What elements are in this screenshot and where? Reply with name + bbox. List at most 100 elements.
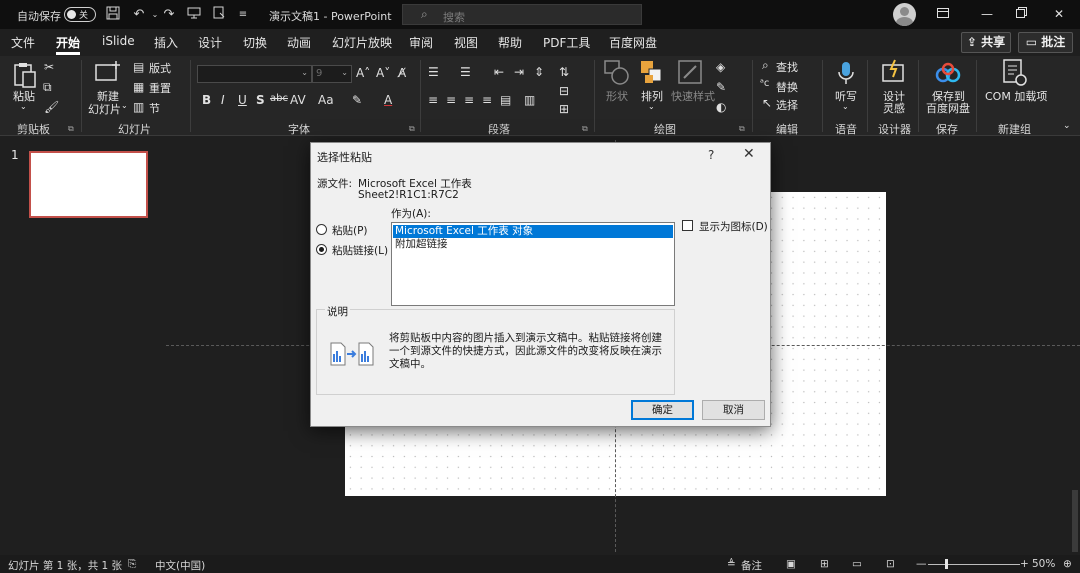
tab-review[interactable]: 审阅 [409,34,433,51]
design-ideas-icon[interactable] [881,59,907,88]
replace-label[interactable]: 替换 [776,79,798,95]
layout-label[interactable]: 版式 [149,60,171,76]
drawing-launcher-icon[interactable]: ⧉ [739,124,745,134]
smartart-icon[interactable]: ⊞ [559,102,569,116]
shape-effects-icon[interactable]: ◐ [716,100,726,114]
line-spacing-icon[interactable]: ⇕ [534,65,544,79]
save-to-label-2[interactable]: 百度网盘 [926,100,970,116]
new-slide-icon[interactable] [95,60,121,87]
bullets-icon[interactable]: ☰ [428,65,439,79]
shapes-icon[interactable] [604,60,630,89]
paste-dropdown-icon[interactable]: ⌄ [20,102,27,111]
find-label[interactable]: 查找 [776,59,798,75]
tab-help[interactable]: 帮助 [498,34,522,51]
zoom-out-icon[interactable]: — [916,558,927,570]
decrease-indent-icon[interactable]: ⇤ [494,65,504,79]
strikethrough-icon[interactable]: abc [270,93,288,104]
tab-file[interactable]: 文件 [11,34,35,51]
underline-icon[interactable]: U [238,93,247,107]
zoom-in-icon[interactable]: + [1020,558,1029,570]
baidu-netdisk-icon[interactable] [935,62,961,87]
italic-icon[interactable]: I [221,93,225,107]
format-painter-icon[interactable]: 🖌 [44,100,59,114]
vertical-scrollbar[interactable] [1072,490,1078,552]
tab-view[interactable]: 视图 [454,34,478,51]
tab-pdf-tools[interactable]: PDF工具 [543,34,590,51]
display-as-icon-checkbox[interactable] [682,220,693,231]
avatar[interactable] [893,3,916,26]
paste-link-radio[interactable] [316,244,327,255]
restore-icon[interactable] [1010,4,1032,24]
layout-icon[interactable]: ▤ [133,60,144,74]
font-size-box[interactable]: 9 ⌄ [312,65,352,83]
slide-thumbnail[interactable] [29,151,148,218]
align-left-icon[interactable]: ≡ [428,93,438,107]
comment-button[interactable]: ▭ 批注 [1018,32,1073,53]
paste-radio-label[interactable]: 粘贴(P) [332,223,368,238]
paragraph-launcher-icon[interactable]: ⧉ [582,124,588,134]
shape-fill-icon[interactable]: ◈ [716,60,725,74]
notes-label[interactable]: 备注 [741,558,762,573]
autosave-toggle[interactable]: 关 [64,7,96,22]
replace-icon[interactable]: ᵃc [760,78,769,89]
arrange-dropdown-icon[interactable]: ⌄ [648,102,655,111]
align-center-icon[interactable]: ≡ [446,93,456,107]
present-icon[interactable] [185,6,203,24]
font-name-dropdown-icon[interactable]: ⌄ [301,68,308,77]
numbering-icon[interactable]: ☰ [460,65,471,79]
new-slide-label-2[interactable]: 幻灯片 [88,101,121,117]
increase-font-icon[interactable]: A˄ [356,66,370,80]
notes-icon[interactable]: ≜ [727,558,736,570]
tab-animations[interactable]: 动画 [287,34,311,51]
shapes-label[interactable]: 形状 [606,88,628,104]
slideshow-icon[interactable]: ⊡ [886,558,895,570]
tab-slideshow[interactable]: 幻灯片放映 [332,34,392,51]
change-case-icon[interactable]: Aa [318,93,334,107]
cancel-button[interactable]: 取消 [702,400,765,420]
list-item[interactable]: Microsoft Excel 工作表 对象 [393,225,673,238]
customize-icon[interactable]: ≡ [234,6,252,24]
minimize-icon[interactable]: — [976,4,998,24]
shape-outline-icon[interactable]: ✎ [716,80,726,94]
com-addins-icon[interactable] [1002,59,1028,90]
copy-icon[interactable]: ⧉ [43,80,52,95]
language[interactable]: 中文(中国) [155,558,205,573]
redo-icon[interactable]: ↷ [160,6,178,24]
slide-sorter-icon[interactable]: ⊞ [820,558,829,570]
arrange-icon[interactable] [640,60,664,89]
highlight-icon[interactable]: ✎ [352,93,362,107]
font-name-box[interactable]: ⌄ [197,65,312,83]
text-shadow-icon[interactable]: S [256,93,265,107]
search-box[interactable]: ⌕ 搜索 [402,4,642,25]
find-icon[interactable]: ⌕ [762,58,769,73]
microphone-icon[interactable] [836,61,856,90]
columns-icon[interactable]: ▥ [524,93,535,107]
align-text-icon[interactable]: ⊟ [559,84,569,98]
font-color-icon[interactable]: A [384,93,392,107]
zoom-slider[interactable] [928,564,1020,565]
reset-label[interactable]: 重置 [149,80,171,96]
section-label[interactable]: 节 [149,100,160,116]
collapse-ribbon-icon[interactable]: ⌄ [1063,121,1071,131]
font-size-dropdown-icon[interactable]: ⌄ [341,68,348,77]
align-right-icon[interactable]: ≡ [464,93,474,107]
clear-formatting-icon[interactable]: A̸ [398,66,406,80]
com-addins-label[interactable]: COM 加载项 [985,88,1047,104]
fit-to-window-icon[interactable]: ⊕ [1063,558,1072,570]
reading-view-icon[interactable]: ▭ [852,558,862,570]
quick-styles-label[interactable]: 快速样式 [671,88,715,104]
tab-baidu-netdisk[interactable]: 百度网盘 [609,34,657,51]
touch-mode-icon[interactable] [210,6,228,24]
ok-button[interactable]: 确定 [631,400,694,420]
close-window-icon[interactable]: ✕ [1048,4,1070,24]
select-label[interactable]: 选择 [776,97,798,113]
justify-icon[interactable]: ≡ [482,93,492,107]
section-icon[interactable]: ▥ [133,100,144,114]
save-icon[interactable] [104,6,122,24]
zoom-slider-thumb[interactable] [945,559,948,569]
tab-insert[interactable]: 插入 [154,34,178,51]
new-slide-dropdown-icon[interactable]: ⌄ [121,101,128,110]
zoom-level[interactable]: 50% [1032,558,1055,570]
distribute-icon[interactable]: ▤ [500,93,511,107]
clipboard-launcher-icon[interactable]: ⧉ [68,124,74,134]
